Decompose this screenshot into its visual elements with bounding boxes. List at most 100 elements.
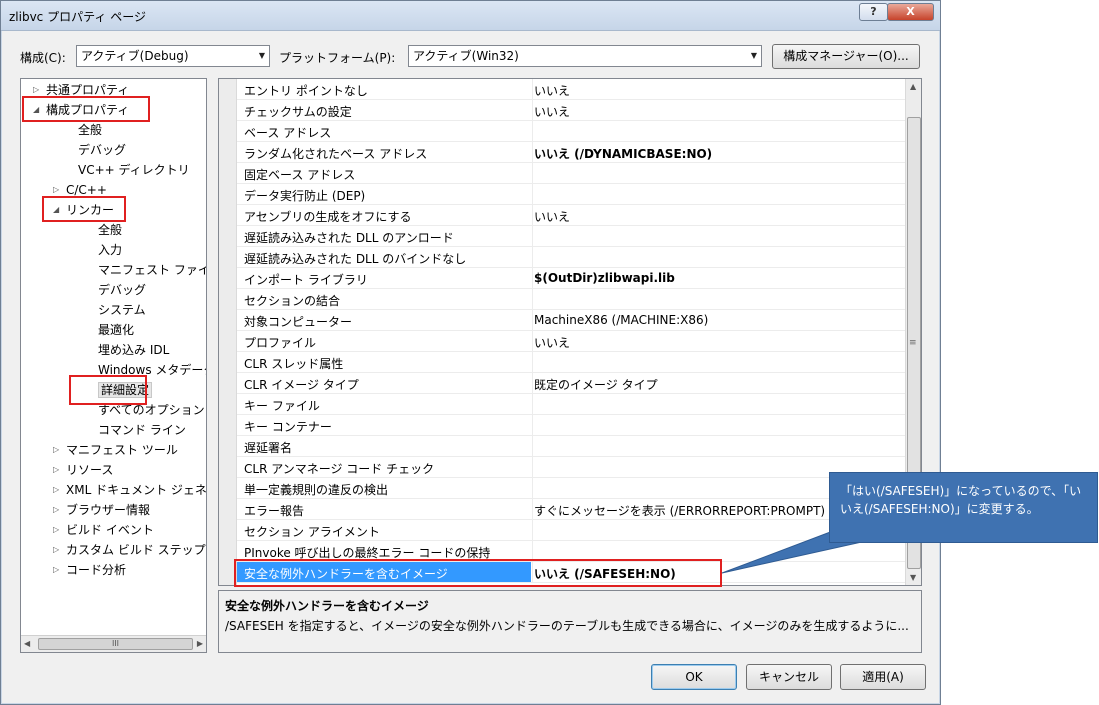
- property-name: 遅延読み込みされた DLL のアンロード: [244, 231, 454, 245]
- property-row[interactable]: 遅延読み込みされた DLL のバインドなし: [237, 247, 921, 268]
- tree-item[interactable]: ▷ カスタム ビルド ステップ: [53, 541, 206, 559]
- column-divider: [532, 226, 533, 247]
- column-divider: [532, 499, 533, 520]
- property-row[interactable]: キー ファイル: [237, 394, 921, 415]
- collapsed-triangle-icon[interactable]: ▷: [53, 541, 59, 559]
- property-row[interactable]: インポート ライブラリ $(OutDir)zlibwapi.lib: [237, 268, 921, 289]
- tree-item[interactable]: 全般: [78, 121, 102, 139]
- property-row[interactable]: セクションの結合: [237, 289, 921, 310]
- property-row[interactable]: 対象コンピューター MachineX86 (/MACHINE:X86): [237, 310, 921, 331]
- tree-item[interactable]: ▷ リソース: [53, 461, 114, 479]
- property-row[interactable]: CLR アンマネージ コード チェック: [237, 457, 921, 478]
- collapsed-triangle-icon[interactable]: ▷: [53, 481, 59, 499]
- property-row[interactable]: ランダム化されたベース アドレス いいえ (/DYNAMICBASE:NO): [237, 142, 921, 163]
- property-name: セクション アライメント: [244, 525, 380, 539]
- tree-item[interactable]: 入力: [98, 241, 122, 259]
- tree-item[interactable]: 全般: [98, 221, 122, 239]
- property-name: エラー報告: [244, 504, 305, 518]
- property-name: セクションの結合: [244, 294, 341, 308]
- grid-gutter: [219, 79, 237, 585]
- property-row[interactable]: エントリ ポイントなし いいえ: [237, 79, 921, 100]
- property-row[interactable]: 遅延署名: [237, 436, 921, 457]
- collapsed-triangle-icon[interactable]: ▷: [53, 501, 59, 519]
- platform-select[interactable]: アクティブ(Win32) ▼: [408, 45, 762, 67]
- close-button[interactable]: X: [887, 3, 934, 21]
- property-row[interactable]: データ実行防止 (DEP): [237, 184, 921, 205]
- property-value: いいえ: [534, 336, 571, 350]
- property-name: 対象コンピューター: [244, 315, 353, 329]
- property-row[interactable]: CLR イメージ タイプ 既定のイメージ タイプ: [237, 373, 921, 394]
- collapsed-triangle-icon[interactable]: ▷: [53, 461, 59, 479]
- property-value: いいえ: [534, 210, 571, 224]
- tree-item[interactable]: デバッグ: [78, 141, 126, 159]
- property-row[interactable]: アセンブリの生成をオフにする いいえ: [237, 205, 921, 226]
- property-name: キー ファイル: [244, 399, 320, 413]
- scroll-up-icon[interactable]: ▲: [910, 82, 916, 91]
- callout-text: 「はい(/SAFESEH)」になっているので、「いいえ(/SAFESEH:NO)…: [840, 484, 1082, 516]
- tree-item[interactable]: コマンド ライン: [98, 421, 186, 439]
- tree-item[interactable]: 埋め込み IDL: [98, 341, 169, 359]
- property-name: CLR アンマネージ コード チェック: [244, 462, 435, 476]
- property-name: エントリ ポイントなし: [244, 84, 368, 98]
- property-row[interactable]: チェックサムの設定 いいえ: [237, 100, 921, 121]
- tree-item-label: ブラウザー情報: [66, 503, 151, 517]
- column-divider: [532, 394, 533, 415]
- tree-item[interactable]: デバッグ: [98, 281, 146, 299]
- tree-horizontal-scrollbar[interactable]: ◀ III ▶: [21, 635, 206, 652]
- tree-item-label: 入力: [98, 243, 123, 257]
- scroll-right-icon[interactable]: ▶: [197, 639, 203, 648]
- column-divider: [532, 289, 533, 310]
- tree-item[interactable]: ▷ ブラウザー情報: [53, 501, 151, 519]
- ok-button[interactable]: OK: [651, 664, 737, 690]
- property-row[interactable]: 固定ベース アドレス: [237, 163, 921, 184]
- tree-item[interactable]: マニフェスト ファイル: [98, 261, 206, 279]
- property-name: チェックサムの設定: [244, 105, 352, 119]
- tree-item[interactable]: ▷ マニフェスト ツール: [53, 441, 178, 459]
- tree-item[interactable]: ▷ XML ドキュメント ジェネ: [53, 481, 207, 499]
- column-divider: [532, 457, 533, 478]
- tree-item-label: カスタム ビルド ステップ: [66, 543, 206, 557]
- property-name: プロファイル: [244, 336, 317, 350]
- property-row[interactable]: ベース アドレス: [237, 121, 921, 142]
- property-row[interactable]: プロファイル いいえ: [237, 331, 921, 352]
- property-tree: ▷ 共通プロパティ ◢ 構成プロパティ 全般 デバッグ VC++ ディレクトリ ▷ C/C++ ◢…: [20, 78, 207, 653]
- property-row[interactable]: キー コンテナー: [237, 415, 921, 436]
- tree-item[interactable]: システム: [98, 301, 146, 319]
- apply-button[interactable]: 適用(A): [840, 664, 926, 690]
- tree-item-label: すべてのオプション: [98, 403, 205, 417]
- tree-item[interactable]: 最適化: [98, 321, 134, 339]
- property-name: 遅延署名: [244, 441, 293, 455]
- property-name: 単一定義規則の違反の検出: [244, 483, 389, 497]
- tree-item[interactable]: ▷ ビルド イベント: [53, 521, 154, 539]
- platform-label: プラットフォーム(P):: [279, 51, 396, 65]
- scroll-thumb[interactable]: III: [38, 638, 193, 650]
- property-value: 既定のイメージ タイプ: [534, 378, 658, 392]
- property-value: $(OutDir)zlibwapi.lib: [534, 271, 675, 285]
- property-row[interactable]: CLR スレッド属性: [237, 352, 921, 373]
- scroll-left-icon[interactable]: ◀: [24, 639, 30, 648]
- tree-item[interactable]: ▷ コード分析: [53, 561, 126, 579]
- property-row[interactable]: 遅延読み込みされた DLL のアンロード: [237, 226, 921, 247]
- highlight-config-properties: [22, 96, 150, 122]
- cancel-button[interactable]: キャンセル: [746, 664, 832, 690]
- config-select[interactable]: アクティブ(Debug) ▼: [76, 45, 270, 67]
- collapsed-triangle-icon[interactable]: ▷: [53, 521, 59, 539]
- column-divider: [532, 247, 533, 268]
- property-name: ランダム化されたベース アドレス: [244, 147, 428, 161]
- column-divider: [532, 520, 533, 541]
- tree-item-label: XML ドキュメント ジェネ: [66, 483, 207, 497]
- column-divider: [532, 436, 533, 457]
- tree-item[interactable]: VC++ ディレクトリ: [78, 161, 190, 179]
- column-divider: [532, 205, 533, 226]
- column-divider: [532, 415, 533, 436]
- property-name: アセンブリの生成をオフにする: [244, 210, 412, 224]
- collapsed-triangle-icon[interactable]: ▷: [53, 441, 59, 459]
- tree-item-label: C/C++: [66, 183, 107, 197]
- tree-item-label: マニフェスト ツール: [66, 443, 178, 457]
- collapsed-triangle-icon[interactable]: ▷: [53, 561, 59, 579]
- description-title: 安全な例外ハンドラーを含むイメージ: [225, 599, 429, 613]
- help-button[interactable]: ?: [859, 3, 888, 21]
- column-divider: [532, 352, 533, 373]
- tree-item-label: リソース: [66, 463, 114, 477]
- config-manager-button[interactable]: 構成マネージャー(O)...: [772, 44, 920, 69]
